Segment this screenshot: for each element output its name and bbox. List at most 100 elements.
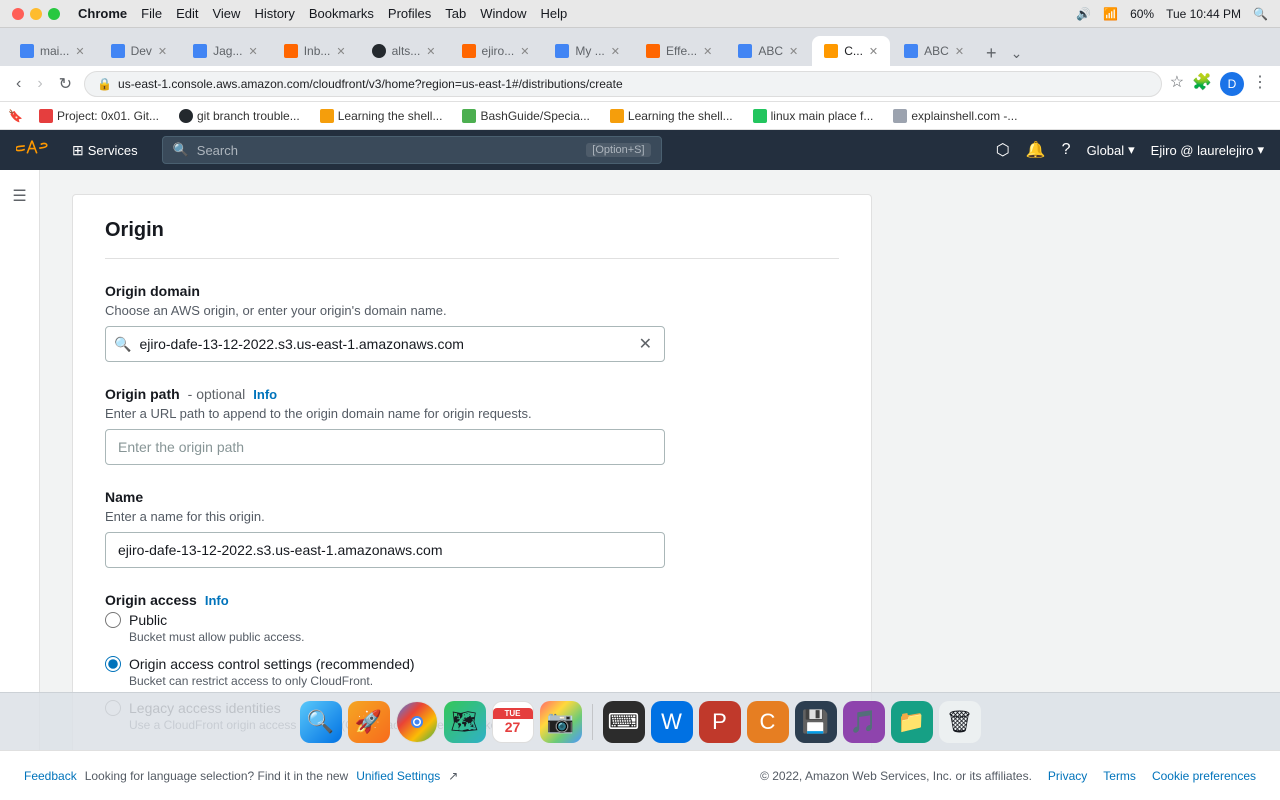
user-avatar-icon[interactable]: D: [1220, 72, 1244, 96]
menu-help[interactable]: Help: [541, 6, 568, 21]
dock-calendar[interactable]: TUE 27: [492, 701, 534, 743]
tab-my[interactable]: My ... ✕: [543, 36, 632, 66]
bookmark-explain[interactable]: explainshell.com -...: [885, 107, 1025, 125]
aws-logo[interactable]: [16, 137, 48, 163]
tab-close-icon[interactable]: ✕: [158, 45, 167, 58]
tab-abc1[interactable]: ABC ✕: [726, 36, 810, 66]
dock-chrome[interactable]: [396, 701, 438, 743]
dock-item-extra3[interactable]: 🎵: [843, 701, 885, 743]
new-tab-button[interactable]: +: [978, 44, 1005, 62]
tab-inbox[interactable]: Inb... ✕: [272, 36, 358, 66]
tab-effe[interactable]: Effe... ✕: [634, 36, 724, 66]
menu-history[interactable]: History: [254, 6, 294, 21]
menu-tab[interactable]: Tab: [445, 6, 466, 21]
tab-close-icon[interactable]: ✕: [955, 45, 964, 58]
sidebar-menu-icon[interactable]: ☰: [4, 178, 34, 214]
bookmark-star-icon[interactable]: ☆: [1170, 72, 1184, 96]
menu-view[interactable]: View: [212, 6, 240, 21]
tab-abc2[interactable]: ABC ✕: [892, 36, 976, 66]
unified-settings-link[interactable]: Unified Settings: [356, 769, 440, 783]
tab-close-icon[interactable]: ✕: [611, 45, 620, 58]
services-menu-button[interactable]: ⊞ Services: [64, 138, 146, 163]
tab-ejiro[interactable]: ejiro... ✕: [450, 36, 542, 66]
help-icon[interactable]: ?: [1062, 141, 1071, 159]
origin-path-info-link[interactable]: Info: [253, 387, 277, 402]
privacy-link[interactable]: Privacy: [1048, 769, 1087, 783]
menu-window[interactable]: Window: [480, 6, 526, 21]
tab-label: mai...: [40, 44, 69, 58]
notifications-icon[interactable]: 🔔: [1026, 140, 1046, 160]
clear-input-button[interactable]: ✕: [635, 332, 656, 356]
menu-edit[interactable]: Edit: [176, 6, 198, 21]
bookmark-favicon: [753, 109, 767, 123]
origin-access-info-link[interactable]: Info: [205, 593, 229, 608]
dock-photos[interactable]: 📷: [540, 701, 582, 743]
origin-domain-input-wrapper[interactable]: 🔍 ✕: [105, 326, 665, 362]
bookmark-shell1[interactable]: Learning the shell...: [312, 107, 451, 125]
bookmark-git[interactable]: git branch trouble...: [171, 107, 308, 125]
cookie-link[interactable]: Cookie preferences: [1152, 769, 1256, 783]
feedback-link[interactable]: Feedback: [24, 769, 77, 783]
maximize-button[interactable]: [48, 8, 60, 20]
tabs-overflow-button[interactable]: ⌄: [1007, 45, 1027, 62]
origin-path-input[interactable]: [105, 429, 665, 465]
user-menu[interactable]: Ejiro @ laurelejiro ▾: [1151, 142, 1264, 158]
url-bar[interactable]: 🔒 us-east-1.console.aws.amazon.com/cloud…: [84, 71, 1162, 97]
tab-close-icon[interactable]: ✕: [789, 45, 798, 58]
radio-oac-label[interactable]: Origin access control settings (recommen…: [105, 656, 839, 672]
dock-item-extra2[interactable]: 💾: [795, 701, 837, 743]
close-button[interactable]: [12, 8, 24, 20]
tab-close-icon[interactable]: ✕: [520, 45, 529, 58]
bookmark-linux[interactable]: linux main place f...: [745, 107, 882, 125]
menu-profiles[interactable]: Profiles: [388, 6, 431, 21]
dock-powerpoint[interactable]: P: [699, 701, 741, 743]
bookmark-favicon: [320, 109, 334, 123]
reload-button[interactable]: ↻: [55, 70, 76, 98]
chrome-menu-icon[interactable]: ⋮: [1252, 72, 1268, 96]
tab-close-icon[interactable]: ✕: [703, 45, 712, 58]
dock-maps[interactable]: 🗺: [444, 701, 486, 743]
address-bar-actions: ☆ 🧩 D ⋮: [1170, 72, 1268, 96]
tab-dev[interactable]: Dev ✕: [99, 36, 180, 66]
bookmark-project[interactable]: Project: 0x01. Git...: [31, 107, 167, 125]
tab-jag[interactable]: Jag... ✕: [181, 36, 270, 66]
tab-close-icon[interactable]: ✕: [248, 45, 257, 58]
cloudshell-icon[interactable]: ⬡: [996, 140, 1010, 160]
dock-item-extra1[interactable]: C: [747, 701, 789, 743]
dock-launchpad[interactable]: 🚀: [348, 701, 390, 743]
forward-button[interactable]: ›: [33, 71, 46, 97]
extensions-icon[interactable]: 🧩: [1192, 72, 1212, 96]
minimize-button[interactable]: [30, 8, 42, 20]
origin-domain-input[interactable]: [139, 336, 634, 352]
menu-file[interactable]: File: [141, 6, 162, 21]
aws-search-bar[interactable]: 🔍 Search [Option+S]: [162, 136, 662, 164]
tab-aws-current[interactable]: C... ✕: [812, 36, 890, 66]
bookmark-shell2[interactable]: Learning the shell...: [602, 107, 741, 125]
tab-close-icon[interactable]: ✕: [336, 45, 345, 58]
dock-word[interactable]: W: [651, 701, 693, 743]
back-button[interactable]: ‹: [12, 71, 25, 97]
tab-github[interactable]: alts... ✕: [360, 36, 448, 66]
main-content: Origin Origin domain Choose an AWS origi…: [40, 170, 1280, 750]
tab-close-icon[interactable]: ✕: [869, 45, 878, 58]
search-icon[interactable]: 🔍: [1253, 7, 1268, 21]
menu-bookmarks[interactable]: Bookmarks: [309, 6, 374, 21]
region-selector[interactable]: Global ▾: [1087, 142, 1135, 158]
tab-close-icon[interactable]: ✕: [75, 45, 84, 58]
menu-chrome[interactable]: Chrome: [78, 6, 127, 21]
terms-link[interactable]: Terms: [1103, 769, 1136, 783]
traffic-lights[interactable]: [12, 8, 60, 20]
tab-favicon: [284, 44, 298, 58]
origin-name-input[interactable]: [105, 532, 665, 568]
radio-public-input[interactable]: [105, 612, 121, 628]
radio-oac-input[interactable]: [105, 656, 121, 672]
dock-terminal[interactable]: ⌨: [603, 701, 645, 743]
dock-trash[interactable]: 🗑: [939, 701, 981, 743]
bookmark-bash[interactable]: BashGuide/Specia...: [454, 107, 597, 125]
tab-close-icon[interactable]: ✕: [426, 45, 435, 58]
macos-menu: Chrome File Edit View History Bookmarks …: [78, 6, 567, 21]
dock-finder[interactable]: 🔍: [300, 701, 342, 743]
dock-item-extra4[interactable]: 📁: [891, 701, 933, 743]
radio-public-label[interactable]: Public: [105, 612, 839, 628]
tab-mail[interactable]: mai... ✕: [8, 36, 97, 66]
